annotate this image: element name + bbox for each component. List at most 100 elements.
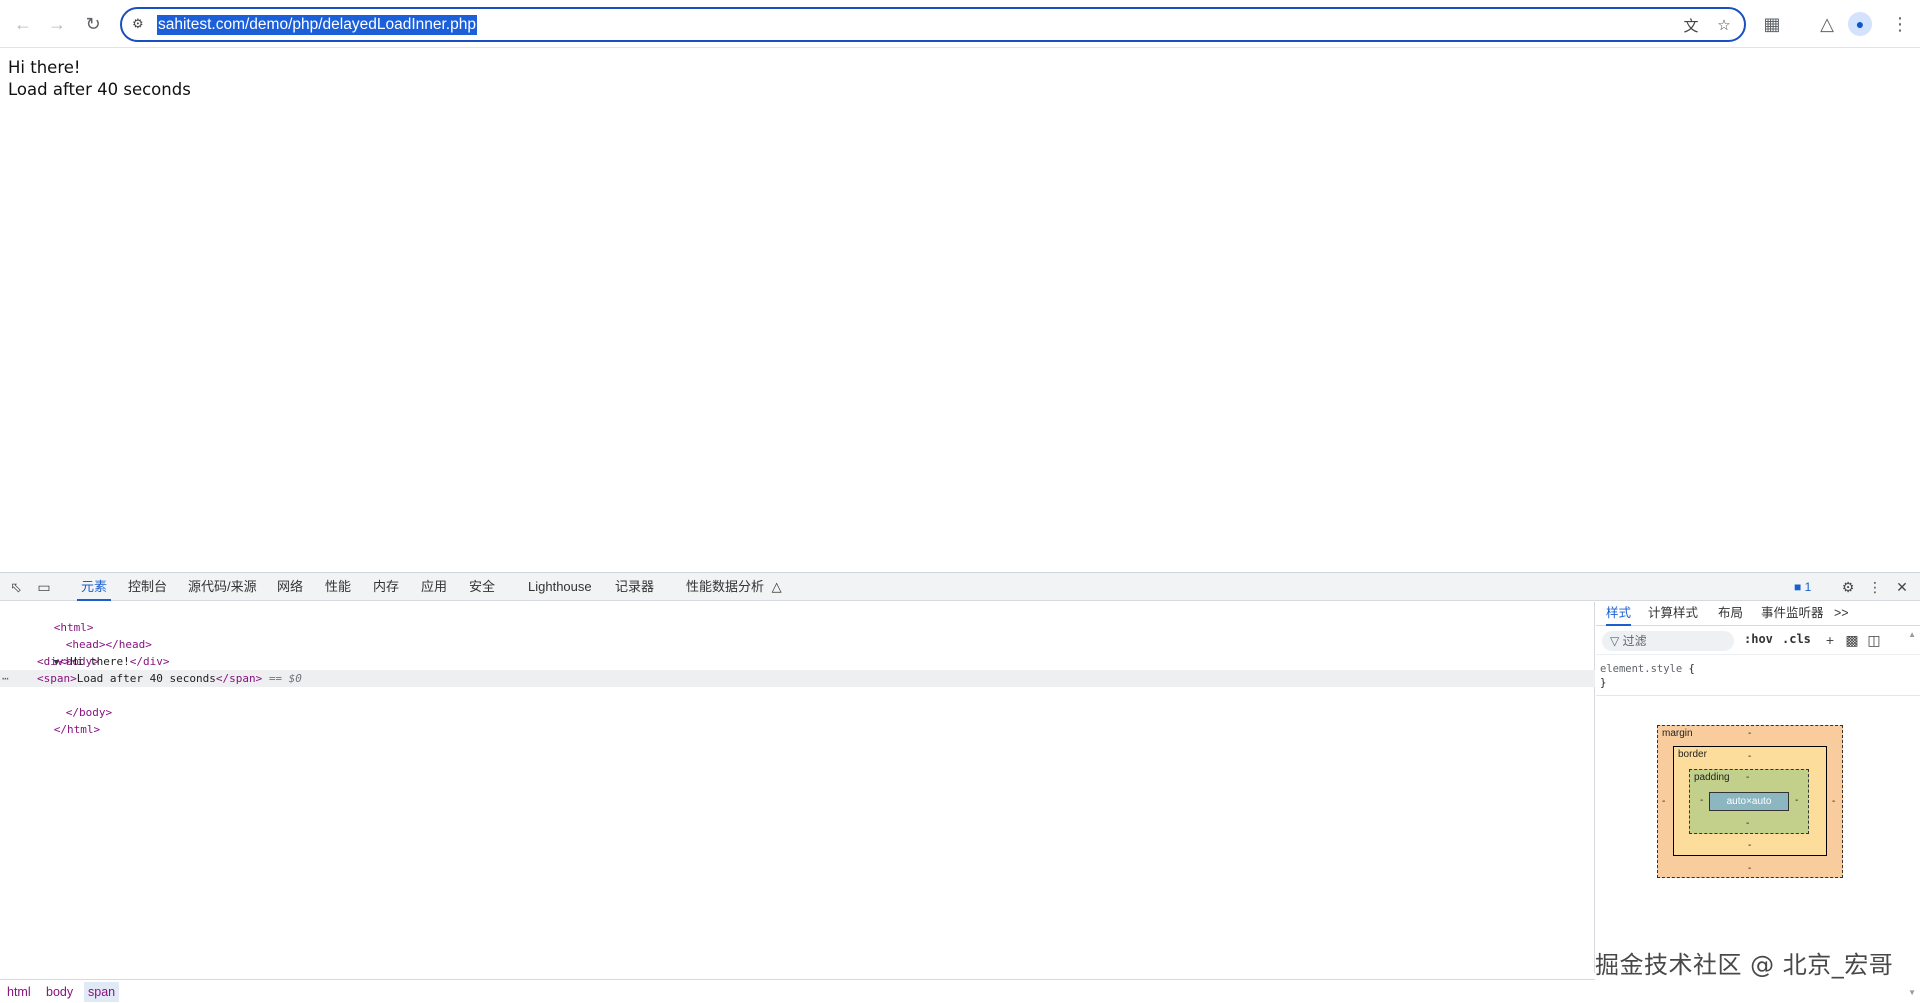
dom-text: Hi there! <box>70 655 130 668</box>
styles-toolbar: ▽ 过滤 :hov .cls + ▩ ◫ <box>1596 627 1920 655</box>
dom-tag: </html> <box>53 723 101 736</box>
tab-layout[interactable]: 布局 <box>1718 602 1743 626</box>
page-greeting: Hi there! <box>8 58 81 77</box>
dom-node-html[interactable]: <html> <box>0 602 1595 634</box>
flask-icon: △ <box>771 579 782 594</box>
filter-input[interactable]: ▽ 过滤 <box>1602 631 1734 651</box>
plus-icon[interactable]: + <box>1821 631 1839 649</box>
star-icon[interactable]: ☆ <box>1712 14 1736 36</box>
tab-styles[interactable]: 样式 <box>1606 602 1632 626</box>
rule-selector: element.style <box>1600 663 1683 675</box>
tab-security[interactable]: 安全 <box>465 573 499 601</box>
tab-console[interactable]: 控制台 <box>124 573 171 601</box>
tab-performance[interactable]: 性能 <box>321 573 355 601</box>
address-bar[interactable]: ⚙ sahitest.com/demo/php/delayedLoadInner… <box>120 7 1746 42</box>
selected-marker: == $0 <box>268 672 302 685</box>
tab-computed[interactable]: 计算样式 <box>1648 602 1698 626</box>
page-delayed-text: Load after 40 seconds <box>8 80 191 99</box>
box-model-content[interactable]: auto×auto <box>1709 792 1789 811</box>
reload-icon[interactable]: ↻ <box>78 9 108 39</box>
padding-label: padding <box>1694 772 1730 783</box>
issues-count: 1 <box>1804 580 1812 594</box>
watermark: 掘金技术社区 @ 北京_宏哥 <box>1595 951 1894 979</box>
tune-icon[interactable]: ⚙ <box>132 16 150 34</box>
dom-tag: <span> <box>37 672 77 685</box>
inspect-element-icon[interactable]: ⬁ <box>6 577 26 597</box>
arrow-left-icon[interactable]: ← <box>8 9 38 39</box>
tab-lighthouse[interactable]: Lighthouse <box>524 573 596 601</box>
breadcrumb: html body span <box>0 979 1595 1003</box>
border-top-value[interactable]: - <box>1748 751 1751 762</box>
divider <box>1596 695 1920 696</box>
dom-tag: <div> <box>37 655 71 668</box>
rule-brace-open: { <box>1688 663 1695 675</box>
kebab-icon[interactable]: ⋮ <box>1865 577 1885 597</box>
filter-placeholder: 过滤 <box>1622 634 1647 648</box>
kebab-icon[interactable]: ⋮ <box>1885 9 1915 39</box>
sidebar-toggle-icon[interactable]: ◫ <box>1865 631 1883 649</box>
tab-sources[interactable]: 源代码/来源 <box>184 573 261 601</box>
box-model-margin[interactable]: margin - - - - border - - padding - - - … <box>1657 725 1843 878</box>
dom-node-body[interactable]: ▼<body> <box>0 636 1595 668</box>
tab-performance-insights[interactable]: 性能数据分析 △ <box>682 573 786 601</box>
rule-brace-close: } <box>1600 677 1607 689</box>
margin-top-value[interactable]: - <box>1748 728 1751 739</box>
dom-node-body-close[interactable]: </body> <box>0 687 1595 719</box>
url-text[interactable]: sahitest.com/demo/php/delayedLoadInner.p… <box>157 15 477 35</box>
paint-icon[interactable]: ▩ <box>1843 631 1861 649</box>
person-icon[interactable]: ● <box>1848 12 1872 36</box>
element-style-rule[interactable]: element.style { } <box>1600 662 1695 690</box>
scroll-down-icon[interactable]: ▼ <box>1908 988 1916 997</box>
dom-node-span-selected[interactable]: ⋯ <span>Load after 40 seconds</span> == $… <box>0 670 1595 687</box>
tab-application[interactable]: 应用 <box>417 573 451 601</box>
dom-text: Load after 40 seconds <box>76 672 216 685</box>
close-icon[interactable]: ✕ <box>1892 577 1912 597</box>
padding-top-value[interactable]: - <box>1746 772 1749 783</box>
breadcrumb-span[interactable]: span <box>84 982 120 1002</box>
cls-toggle[interactable]: .cls <box>1782 632 1811 646</box>
margin-bottom-value[interactable]: - <box>1748 863 1751 874</box>
padding-bottom-value[interactable]: - <box>1746 818 1749 829</box>
padding-right-value[interactable]: - <box>1795 795 1798 806</box>
dom-tag: </span> <box>215 672 263 685</box>
dom-node-head[interactable]: <head></head> <box>0 619 1595 651</box>
filter-icon: ▽ <box>1610 634 1620 648</box>
browser-toolbar: ← → ↻ ⚙ sahitest.com/demo/php/delayedLoa… <box>0 0 1920 48</box>
devtools-tab-bar: ⬁ ▭ 元素 控制台 源代码/来源 网络 性能 内存 应用 安全 Lightho… <box>0 573 1920 601</box>
margin-left-value[interactable]: - <box>1662 796 1665 807</box>
message-icon: ■ <box>1794 580 1802 594</box>
arrow-right-icon[interactable]: → <box>42 9 72 39</box>
tab-network[interactable]: 网络 <box>273 573 307 601</box>
breadcrumb-html[interactable]: html <box>3 982 35 1002</box>
devtools-panel: ⬁ ▭ 元素 控制台 源代码/来源 网络 性能 内存 应用 安全 Lightho… <box>0 572 1920 1003</box>
border-label: border <box>1678 749 1707 760</box>
styles-tab-bar: 样式 计算样式 布局 事件监听器 >> <box>1596 602 1920 626</box>
puzzle-icon[interactable]: ▦ <box>1757 9 1787 39</box>
dom-node-div[interactable]: <div>Hi there!</div> <box>0 653 1595 670</box>
box-model-padding[interactable]: padding - - - - auto×auto <box>1689 769 1809 834</box>
translate-icon[interactable]: 文 <box>1679 14 1703 36</box>
device-toolbar-icon[interactable]: ▭ <box>34 577 54 597</box>
hov-toggle[interactable]: :hov <box>1744 632 1773 646</box>
dom-node-html-close[interactable]: </html> <box>0 704 1595 736</box>
gear-icon[interactable]: ⚙ <box>1838 577 1858 597</box>
tab-event-listeners[interactable]: 事件监听器 <box>1761 602 1824 626</box>
scroll-up-icon[interactable]: ▲ <box>1908 630 1916 639</box>
page-viewport: Hi there! Load after 40 seconds <box>0 49 1920 572</box>
styles-sidebar: 样式 计算样式 布局 事件监听器 >> ▽ 过滤 :hov .cls + ▩ ◫… <box>1596 602 1920 1003</box>
flask-icon[interactable]: △ <box>1812 9 1842 39</box>
tab-elements[interactable]: 元素 <box>77 573 112 601</box>
tab-memory[interactable]: 内存 <box>369 573 403 601</box>
padding-left-value[interactable]: - <box>1700 795 1703 806</box>
border-bottom-value[interactable]: - <box>1748 840 1751 851</box>
breadcrumb-body[interactable]: body <box>42 982 77 1002</box>
tab-recorder[interactable]: 记录器 <box>611 573 658 601</box>
tab-performance-insights-label: 性能数据分析 <box>686 579 765 594</box>
margin-right-value[interactable]: - <box>1832 796 1835 807</box>
issues-badge[interactable]: ■ 1 <box>1794 580 1811 594</box>
margin-label: margin <box>1662 728 1693 739</box>
more-tabs-icon[interactable]: >> <box>1834 602 1849 626</box>
box-model-border[interactable]: border - - padding - - - - auto×auto <box>1673 746 1827 856</box>
dom-tree: <html> <head></head> ▼<body> <div>Hi the… <box>0 602 1595 973</box>
more-icon[interactable]: ⋯ <box>2 670 9 687</box>
